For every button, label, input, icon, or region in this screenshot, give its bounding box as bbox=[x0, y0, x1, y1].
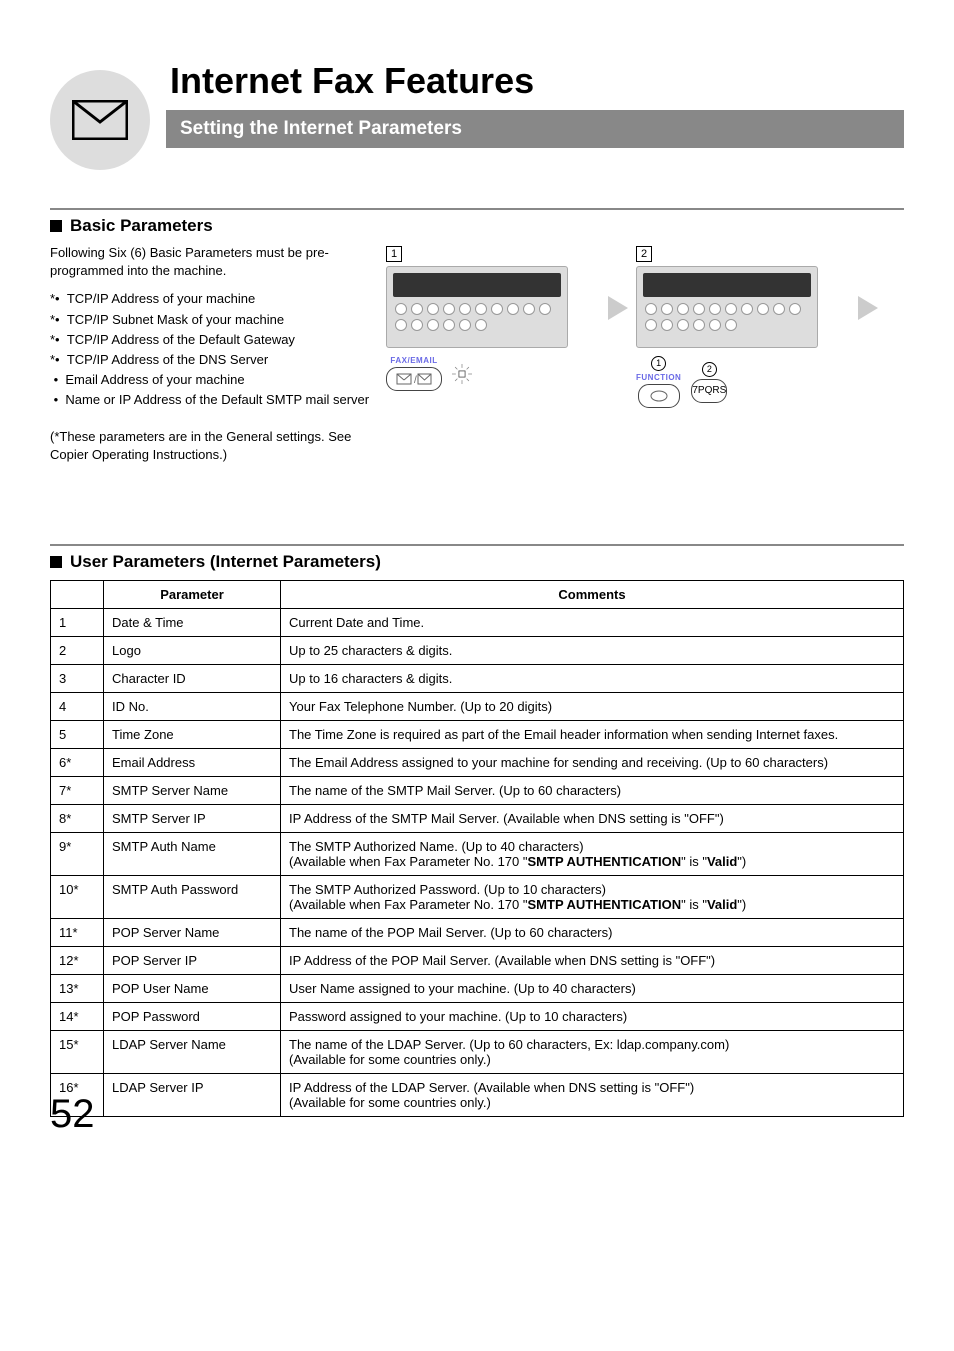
row-parameter: LDAP Server IP bbox=[104, 1073, 281, 1116]
row-parameter: Logo bbox=[104, 636, 281, 664]
row-comments: The name of the SMTP Mail Server. (Up to… bbox=[281, 776, 904, 804]
row-comments: The Email Address assigned to your machi… bbox=[281, 748, 904, 776]
function-button[interactable] bbox=[638, 384, 680, 408]
col-header-parameter: Parameter bbox=[104, 580, 281, 608]
row-parameter: POP Server Name bbox=[104, 918, 281, 946]
row-number: 8* bbox=[51, 804, 104, 832]
basic-param-item: *• TCP/IP Address of the Default Gateway bbox=[50, 331, 370, 349]
row-comments: Your Fax Telephone Number. (Up to 20 dig… bbox=[281, 692, 904, 720]
control-panel-illustration-2 bbox=[636, 266, 818, 348]
row-number: 7* bbox=[51, 776, 104, 804]
row-comments: Current Date and Time. bbox=[281, 608, 904, 636]
function-key-label: FUNCTION bbox=[636, 373, 681, 382]
step-1-number: 1 bbox=[386, 246, 402, 262]
row-comments: The Time Zone is required as part of the… bbox=[281, 720, 904, 748]
page-number: 52 bbox=[50, 1092, 95, 1137]
row-parameter: SMTP Auth Name bbox=[104, 832, 281, 875]
basic-param-item: • Email Address of your machine bbox=[50, 371, 370, 389]
arrow-right-icon bbox=[608, 296, 628, 320]
row-number: 9* bbox=[51, 832, 104, 875]
row-number: 15* bbox=[51, 1030, 104, 1073]
page-title: Internet Fax Features bbox=[170, 60, 904, 102]
table-row: 15*LDAP Server NameThe name of the LDAP … bbox=[51, 1030, 904, 1073]
key-7-button[interactable]: 7PQRS bbox=[691, 379, 727, 403]
svg-text:/: / bbox=[414, 375, 417, 386]
table-row: 6*Email AddressThe Email Address assigne… bbox=[51, 748, 904, 776]
table-row: 4ID No.Your Fax Telephone Number. (Up to… bbox=[51, 692, 904, 720]
row-parameter: POP Password bbox=[104, 1002, 281, 1030]
row-comments: Up to 16 characters & digits. bbox=[281, 664, 904, 692]
row-parameter: Time Zone bbox=[104, 720, 281, 748]
control-panel-illustration-1 bbox=[386, 266, 568, 348]
row-number: 11* bbox=[51, 918, 104, 946]
col-header-comments: Comments bbox=[281, 580, 904, 608]
table-row: 1Date & TimeCurrent Date and Time. bbox=[51, 608, 904, 636]
row-number: 6* bbox=[51, 748, 104, 776]
table-row: 8*SMTP Server IPIP Address of the SMTP M… bbox=[51, 804, 904, 832]
row-parameter: POP Server IP bbox=[104, 946, 281, 974]
basic-param-item: *• TCP/IP Address of the DNS Server bbox=[50, 351, 370, 369]
table-row: 13*POP User NameUser Name assigned to yo… bbox=[51, 974, 904, 1002]
row-parameter: ID No. bbox=[104, 692, 281, 720]
table-row: 11*POP Server NameThe name of the POP Ma… bbox=[51, 918, 904, 946]
row-parameter: POP User Name bbox=[104, 974, 281, 1002]
user-parameters-table: Parameter Comments 1Date & TimeCurrent D… bbox=[50, 580, 904, 1117]
row-number: 5 bbox=[51, 720, 104, 748]
row-parameter: Email Address bbox=[104, 748, 281, 776]
row-parameter: SMTP Auth Password bbox=[104, 875, 281, 918]
row-comments: The SMTP Authorized Password. (Up to 10 … bbox=[281, 875, 904, 918]
row-comments: The name of the POP Mail Server. (Up to … bbox=[281, 918, 904, 946]
row-comments: IP Address of the POP Mail Server. (Avai… bbox=[281, 946, 904, 974]
table-row: 14*POP PasswordPassword assigned to your… bbox=[51, 1002, 904, 1030]
table-row: 9*SMTP Auth NameThe SMTP Authorized Name… bbox=[51, 832, 904, 875]
basic-params-note: (*These parameters are in the General se… bbox=[50, 428, 370, 464]
row-number: 13* bbox=[51, 974, 104, 1002]
table-row: 5Time ZoneThe Time Zone is required as p… bbox=[51, 720, 904, 748]
circled-1: 1 bbox=[651, 356, 666, 371]
table-row: 3Character IDUp to 16 characters & digit… bbox=[51, 664, 904, 692]
table-row: 10*SMTP Auth PasswordThe SMTP Authorized… bbox=[51, 875, 904, 918]
fax-email-key-label: FAX/EMAIL bbox=[390, 356, 437, 365]
row-parameter: SMTP Server IP bbox=[104, 804, 281, 832]
row-comments: Up to 25 characters & digits. bbox=[281, 636, 904, 664]
row-parameter: LDAP Server Name bbox=[104, 1030, 281, 1073]
row-number: 4 bbox=[51, 692, 104, 720]
table-row: 7*SMTP Server NameThe name of the SMTP M… bbox=[51, 776, 904, 804]
row-number: 1 bbox=[51, 608, 104, 636]
row-number: 14* bbox=[51, 1002, 104, 1030]
row-parameter: SMTP Server Name bbox=[104, 776, 281, 804]
basic-params-intro: Following Six (6) Basic Parameters must … bbox=[50, 244, 370, 280]
basic-param-item: *• TCP/IP Address of your machine bbox=[50, 290, 370, 308]
row-comments: IP Address of the LDAP Server. (Availabl… bbox=[281, 1073, 904, 1116]
arrow-right-icon bbox=[858, 296, 878, 320]
basic-param-item: • Name or IP Address of the Default SMTP… bbox=[50, 391, 370, 409]
key-7-label: 7PQRS bbox=[692, 381, 726, 401]
row-number: 10* bbox=[51, 875, 104, 918]
col-header-blank bbox=[51, 580, 104, 608]
page-subtitle: Setting the Internet Parameters bbox=[166, 110, 904, 148]
square-bullet-icon bbox=[50, 220, 62, 232]
row-number: 3 bbox=[51, 664, 104, 692]
row-number: 12* bbox=[51, 946, 104, 974]
step-2-number: 2 bbox=[636, 246, 652, 262]
circled-2: 2 bbox=[702, 362, 717, 377]
blink-indicator-icon bbox=[452, 364, 472, 384]
row-comments: Password assigned to your machine. (Up t… bbox=[281, 1002, 904, 1030]
basic-param-item: *• TCP/IP Subnet Mask of your machine bbox=[50, 311, 370, 329]
square-bullet-icon bbox=[50, 556, 62, 568]
section-basic-params-title: Basic Parameters bbox=[70, 216, 213, 236]
mail-icon bbox=[50, 70, 150, 170]
table-row: 2LogoUp to 25 characters & digits. bbox=[51, 636, 904, 664]
fax-email-button[interactable]: / bbox=[386, 367, 442, 391]
row-comments: User Name assigned to your machine. (Up … bbox=[281, 974, 904, 1002]
row-number: 2 bbox=[51, 636, 104, 664]
row-parameter: Character ID bbox=[104, 664, 281, 692]
section-user-params-title: User Parameters (Internet Parameters) bbox=[70, 552, 381, 572]
row-comments: The name of the LDAP Server. (Up to 60 c… bbox=[281, 1030, 904, 1073]
row-parameter: Date & Time bbox=[104, 608, 281, 636]
table-row: 12*POP Server IPIP Address of the POP Ma… bbox=[51, 946, 904, 974]
row-comments: The SMTP Authorized Name. (Up to 40 char… bbox=[281, 832, 904, 875]
row-comments: IP Address of the SMTP Mail Server. (Ava… bbox=[281, 804, 904, 832]
table-row: 16*LDAP Server IPIP Address of the LDAP … bbox=[51, 1073, 904, 1116]
